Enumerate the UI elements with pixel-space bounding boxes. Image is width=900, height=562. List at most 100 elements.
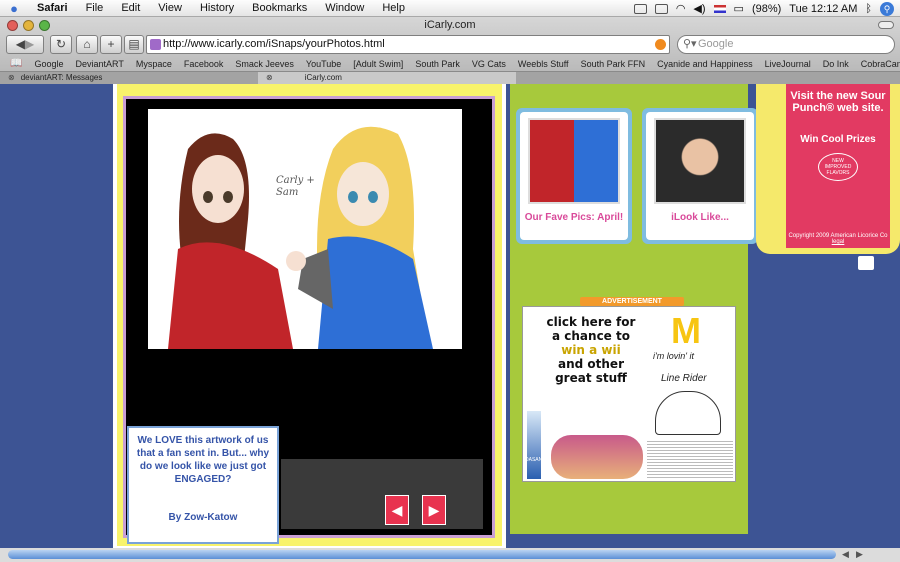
close-window-button[interactable]: [7, 20, 18, 31]
thumb-fave-pics[interactable]: Our Fave Pics: April!: [516, 108, 632, 244]
bookmark-south-park-ffn[interactable]: South Park FFN: [575, 59, 652, 69]
search-field[interactable]: ⚲▾ Google: [677, 35, 895, 54]
ad-headline-line-3: win a wii: [561, 343, 621, 357]
ad-headline-line-1: click here for: [546, 315, 636, 329]
back-forward-buttons[interactable]: ◀▶: [6, 35, 44, 54]
sour-punch-copyright: Copyright 2009 American Licorice Co lega…: [786, 233, 890, 245]
battery-icon[interactable]: ▭: [734, 2, 744, 15]
clock[interactable]: Tue 12:12 AM: [789, 3, 857, 15]
handwriting-text: Carly + Sam: [276, 175, 315, 198]
wifi-icon[interactable]: ◠: [676, 2, 686, 15]
ad-bottle-label: DASANI: [525, 457, 544, 463]
menu-help[interactable]: Help: [373, 2, 414, 14]
ad-game-title: Line Rider: [661, 373, 707, 384]
display-status-icon[interactable]: [654, 3, 668, 14]
scrollbar-thumb[interactable]: [8, 550, 836, 559]
back-arrow-icon[interactable]: ◀: [16, 37, 25, 51]
window-title: iCarly.com: [424, 19, 476, 31]
tab-bar: ⊗ deviantART: Messages ⊗ iCarly.com: [0, 71, 900, 84]
ad-bottle-image: [527, 411, 541, 479]
menu-app-safari[interactable]: Safari: [28, 2, 77, 14]
bookmark-youtube[interactable]: YouTube: [300, 59, 347, 69]
photo-viewer-panel: Carly + Sam ◀ ▶ We LOVE this artwork of …: [113, 84, 506, 550]
print-button[interactable]: ▤: [124, 35, 144, 54]
close-tab-icon[interactable]: ⊗: [266, 73, 273, 82]
previous-photo-button[interactable]: ◀: [385, 495, 409, 525]
legal-link[interactable]: legal: [832, 239, 845, 245]
thumb-fave-pics-image[interactable]: [528, 118, 620, 204]
reload-button[interactable]: ↻: [50, 35, 72, 54]
address-bar[interactable]: http://www.icarly.com/iSnaps/yourPhotos.…: [146, 35, 670, 54]
middle-column: Our Fave Pics: April! iLook Like... ADVE…: [510, 84, 758, 534]
spotlight-icon[interactable]: ⚲: [880, 1, 894, 16]
flag-icon[interactable]: [713, 4, 726, 13]
mail-status-icon[interactable]: [633, 3, 647, 14]
bluetooth-icon[interactable]: ᛒ: [865, 3, 872, 15]
menu-bookmarks[interactable]: Bookmarks: [243, 2, 316, 14]
next-photo-button[interactable]: ▶: [422, 495, 446, 525]
browser-chrome: iCarly.com ◀▶ ↻ ⌂ + ▤ http://www.icarly.…: [0, 17, 900, 84]
menu-edit[interactable]: Edit: [112, 2, 149, 14]
thumb-ilook-like-label[interactable]: iLook Like...: [646, 212, 754, 223]
close-tab-icon[interactable]: ⊗: [8, 73, 15, 82]
bookmark-deviantart[interactable]: DeviantART: [69, 59, 129, 69]
bookmark-myspace[interactable]: Myspace: [130, 59, 178, 69]
tab-label: deviantART: Messages: [20, 73, 103, 82]
sour-punch-ad-frame: Visit the new Sour Punch® web site. Win …: [756, 84, 900, 272]
menu-window[interactable]: Window: [316, 2, 373, 14]
sour-punch-ad[interactable]: Visit the new Sour Punch® web site. Win …: [786, 84, 890, 248]
add-bookmark-button[interactable]: +: [100, 35, 122, 54]
search-placeholder: Google: [698, 38, 734, 50]
bookmark-cobracam[interactable]: CobraCam.TV: [855, 59, 900, 69]
bookmark-smack-jeeves[interactable]: Smack Jeeves: [229, 59, 300, 69]
mcdonalds-ad[interactable]: ADVERTISEMENT click here for a chance to…: [522, 297, 736, 484]
horizontal-scrollbar[interactable]: ◀ ▶: [0, 548, 900, 562]
bookmark-vg-cats[interactable]: VG Cats: [466, 59, 512, 69]
ad-headline-line-5: great stuff: [555, 371, 627, 385]
apple-menu-icon[interactable]: ●: [0, 1, 28, 16]
scroll-left-arrow-icon[interactable]: ◀: [842, 549, 849, 560]
tab-deviantart-messages[interactable]: ⊗ deviantART: Messages: [0, 72, 258, 84]
bookmarks-book-icon[interactable]: 📖: [0, 58, 28, 69]
menu-view[interactable]: View: [149, 2, 191, 14]
thumb-fave-pics-label[interactable]: Our Fave Pics: April!: [520, 212, 628, 223]
minimize-window-button[interactable]: [23, 20, 34, 31]
expand-ad-icon[interactable]: [856, 254, 876, 272]
ad-booth-drawing: [655, 391, 721, 435]
bookmark-cyanide-and-happiness[interactable]: Cyanide and Happiness: [651, 59, 759, 69]
page-loading-icon[interactable]: [655, 39, 666, 50]
thumb-ilook-like[interactable]: iLook Like...: [642, 108, 758, 244]
zoom-window-button[interactable]: [39, 20, 50, 31]
thumb-ilook-like-image[interactable]: [654, 118, 746, 204]
ad-fine-print: [647, 439, 733, 479]
forward-arrow-icon[interactable]: ▶: [25, 37, 34, 51]
ad-headline-line-2: a chance to: [552, 329, 630, 343]
battery-percent: (98%): [751, 2, 782, 15]
caption-text: We LOVE this artwork of us that a fan se…: [136, 435, 270, 485]
caption-author: By Zow-Katow: [168, 512, 238, 523]
bookmark-facebook[interactable]: Facebook: [178, 59, 230, 69]
menu-history[interactable]: History: [191, 2, 243, 14]
ad-tagline: i'm lovin' it: [653, 351, 694, 361]
right-arrow-icon: ▶: [428, 502, 440, 518]
web-page: Carly + Sam ◀ ▶ We LOVE this artwork of …: [0, 84, 900, 562]
volume-icon[interactable]: ◀): [693, 2, 705, 15]
title-bar: iCarly.com: [0, 17, 900, 34]
photo-nav-bar: ◀ ▶: [281, 459, 483, 529]
golden-arches-icon: M: [671, 310, 701, 351]
ad-banner[interactable]: click here for a chance to win a wii and…: [522, 306, 736, 482]
bookmark-google[interactable]: Google: [28, 59, 69, 69]
bookmark-adult-swim[interactable]: [Adult Swim]: [347, 59, 409, 69]
toolbar-toggle-button[interactable]: [878, 21, 894, 29]
scroll-right-arrow-icon[interactable]: ▶: [856, 549, 863, 560]
bookmark-weebls-stuff[interactable]: Weebls Stuff: [512, 59, 575, 69]
favicon-icon: [150, 39, 161, 50]
plus-icon: +: [107, 37, 115, 51]
home-button[interactable]: ⌂: [76, 35, 98, 54]
tab-icarly[interactable]: ⊗ iCarly.com: [258, 72, 516, 84]
bookmark-livejournal[interactable]: LiveJournal: [759, 59, 817, 69]
bookmark-south-park[interactable]: South Park: [409, 59, 466, 69]
menu-file[interactable]: File: [77, 2, 113, 14]
bookmark-do-ink[interactable]: Do Ink: [817, 59, 855, 69]
toolbar: ◀▶ ↻ ⌂ + ▤ http://www.icarly.com/iSnaps/…: [0, 34, 900, 56]
